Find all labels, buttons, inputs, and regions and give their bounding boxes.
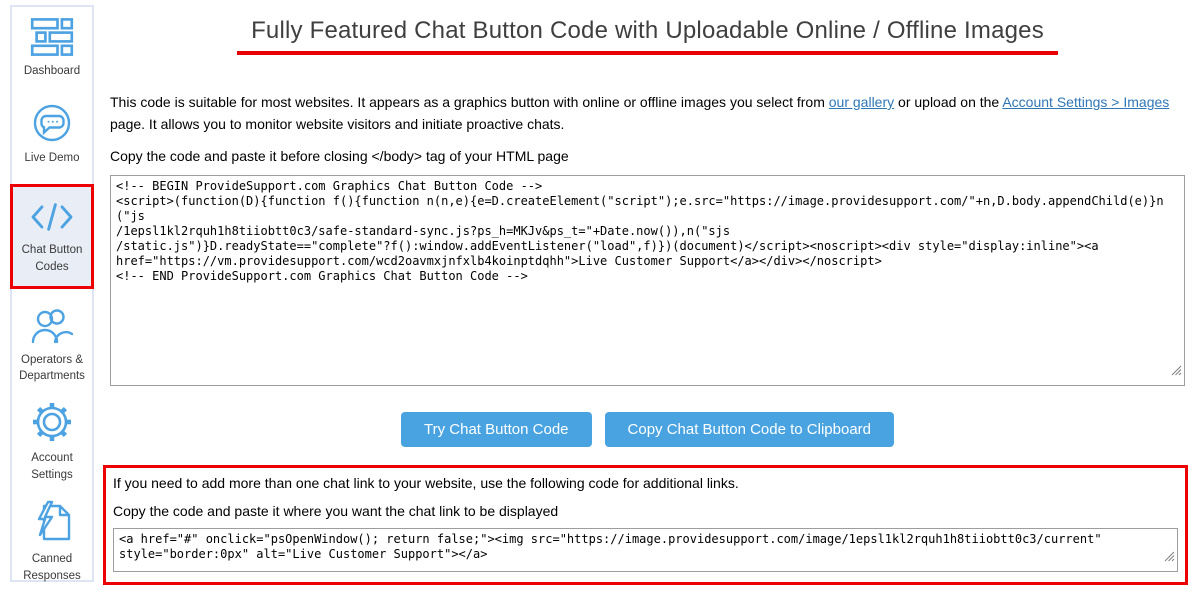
page-title: Fully Featured Chat Button Code with Upl… — [237, 17, 1058, 55]
sidebar-item-label: Dashboard — [22, 63, 82, 80]
additional-code-container: <a href="#" onclick="psOpenWindow(); ret… — [113, 528, 1178, 572]
try-chat-button-code-button[interactable]: Try Chat Button Code — [401, 412, 592, 447]
additional-links-section: If you need to add more than one chat li… — [103, 465, 1188, 585]
intro-text-2: or upload on the — [894, 94, 1002, 110]
additional-copy-instruction: Copy the code and paste it where you wan… — [113, 503, 1178, 519]
sidebar-item-label: Chat Button Codes — [13, 242, 91, 275]
sidebar-item-canned-responses[interactable]: Canned Responses — [12, 499, 92, 584]
action-buttons: Try Chat Button Code Copy Chat Button Co… — [110, 412, 1185, 447]
copy-chat-button-code-button[interactable]: Copy Chat Button Code to Clipboard — [605, 412, 894, 447]
copy-instruction: Copy the code and paste it before closin… — [110, 148, 1185, 164]
our-gallery-link[interactable]: our gallery — [829, 94, 894, 110]
code-icon — [29, 198, 75, 236]
resize-grip-icon[interactable] — [1171, 363, 1182, 381]
intro-paragraph: This code is suitable for most websites.… — [110, 92, 1185, 135]
additional-links-text: If you need to add more than one chat li… — [113, 475, 1178, 491]
sidebar: Dashboard Live Demo Chat Button Codes — [10, 5, 94, 582]
primary-code-textarea[interactable]: <!-- BEGIN ProvideSupport.com Graphics C… — [110, 175, 1185, 386]
sidebar-item-label: Canned Responses — [12, 551, 92, 584]
sidebar-item-live-demo[interactable]: Live Demo — [12, 102, 92, 167]
live-demo-icon — [31, 102, 73, 144]
intro-text-3: page. It allows you to monitor website v… — [110, 116, 564, 132]
sidebar-item-chat-button-codes[interactable]: Chat Button Codes — [10, 184, 94, 288]
dashboard-icon — [30, 17, 74, 57]
sidebar-item-account-settings[interactable]: Account Settings — [12, 400, 92, 483]
sidebar-item-dashboard[interactable]: Dashboard — [12, 17, 92, 80]
sidebar-item-label: Account Settings — [12, 450, 92, 483]
additional-code-textarea[interactable]: <a href="#" onclick="psOpenWindow(); ret… — [113, 528, 1178, 572]
gear-icon — [30, 400, 74, 444]
resize-grip-icon[interactable] — [1164, 549, 1175, 567]
sidebar-item-label: Live Demo — [23, 150, 82, 167]
primary-code-container: <!-- BEGIN ProvideSupport.com Graphics C… — [110, 175, 1185, 386]
account-settings-images-link[interactable]: Account Settings > Images — [1002, 94, 1169, 110]
canned-responses-icon — [30, 499, 74, 545]
sidebar-item-label: Operators & Departments — [12, 352, 92, 385]
sidebar-item-operators-departments[interactable]: Operators & Departments — [12, 306, 92, 385]
main-content: Fully Featured Chat Button Code with Upl… — [110, 0, 1185, 585]
operators-icon — [30, 306, 74, 346]
intro-text-1: This code is suitable for most websites.… — [110, 94, 829, 110]
